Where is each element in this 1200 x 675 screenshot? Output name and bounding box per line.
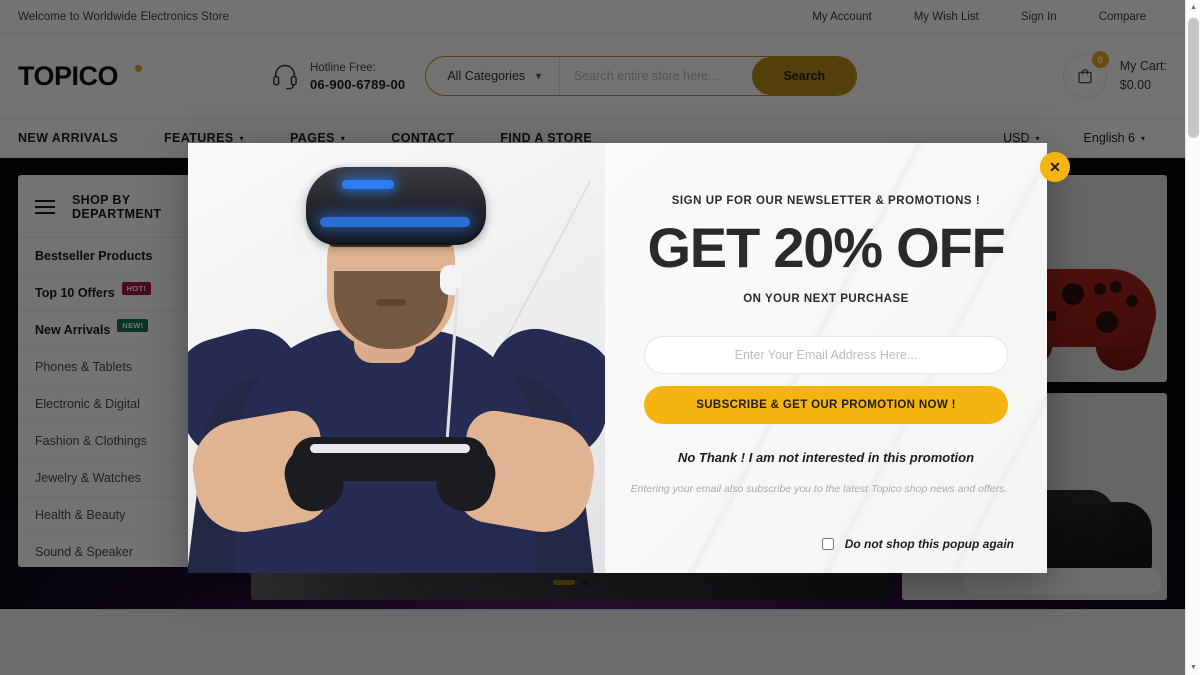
popup-form-panel: ✕ SIGN UP FOR OUR NEWSLETTER & PROMOTION…	[605, 143, 1070, 573]
man-wearing-vr-headset-with-controller-image	[188, 143, 605, 573]
popup-kicker: SIGN UP FOR OUR NEWSLETTER & PROMOTIONS …	[671, 195, 981, 207]
popup-image	[188, 143, 605, 573]
do-not-show-again-row[interactable]: Do not shop this popup again	[821, 537, 1014, 551]
scrollbar-thumb[interactable]	[1188, 18, 1199, 138]
do-not-show-again-label[interactable]: Do not shop this popup again	[845, 537, 1014, 551]
newsletter-popup: ✕ SIGN UP FOR OUR NEWSLETTER & PROMOTION…	[188, 143, 1070, 573]
do-not-show-again-checkbox[interactable]	[821, 538, 834, 550]
popup-headline: GET 20% OFF	[647, 216, 1005, 279]
subscribe-button[interactable]: SUBSCRIBE & GET OUR PROMOTION NOW !	[644, 386, 1008, 424]
popup-subheadline: ON YOUR NEXT PURCHASE	[743, 293, 909, 305]
close-icon[interactable]: ✕	[1040, 152, 1070, 182]
popup-fineprint: Entering your email also subscribe you t…	[630, 483, 1008, 495]
email-input[interactable]	[644, 336, 1008, 374]
page-scrollbar[interactable]: ▲ ▼	[1185, 0, 1200, 675]
decline-link[interactable]: No Thank ! I am not interested in this p…	[644, 450, 1008, 465]
scroll-up-icon[interactable]: ▲	[1186, 0, 1200, 15]
scroll-down-icon[interactable]: ▼	[1186, 660, 1200, 675]
